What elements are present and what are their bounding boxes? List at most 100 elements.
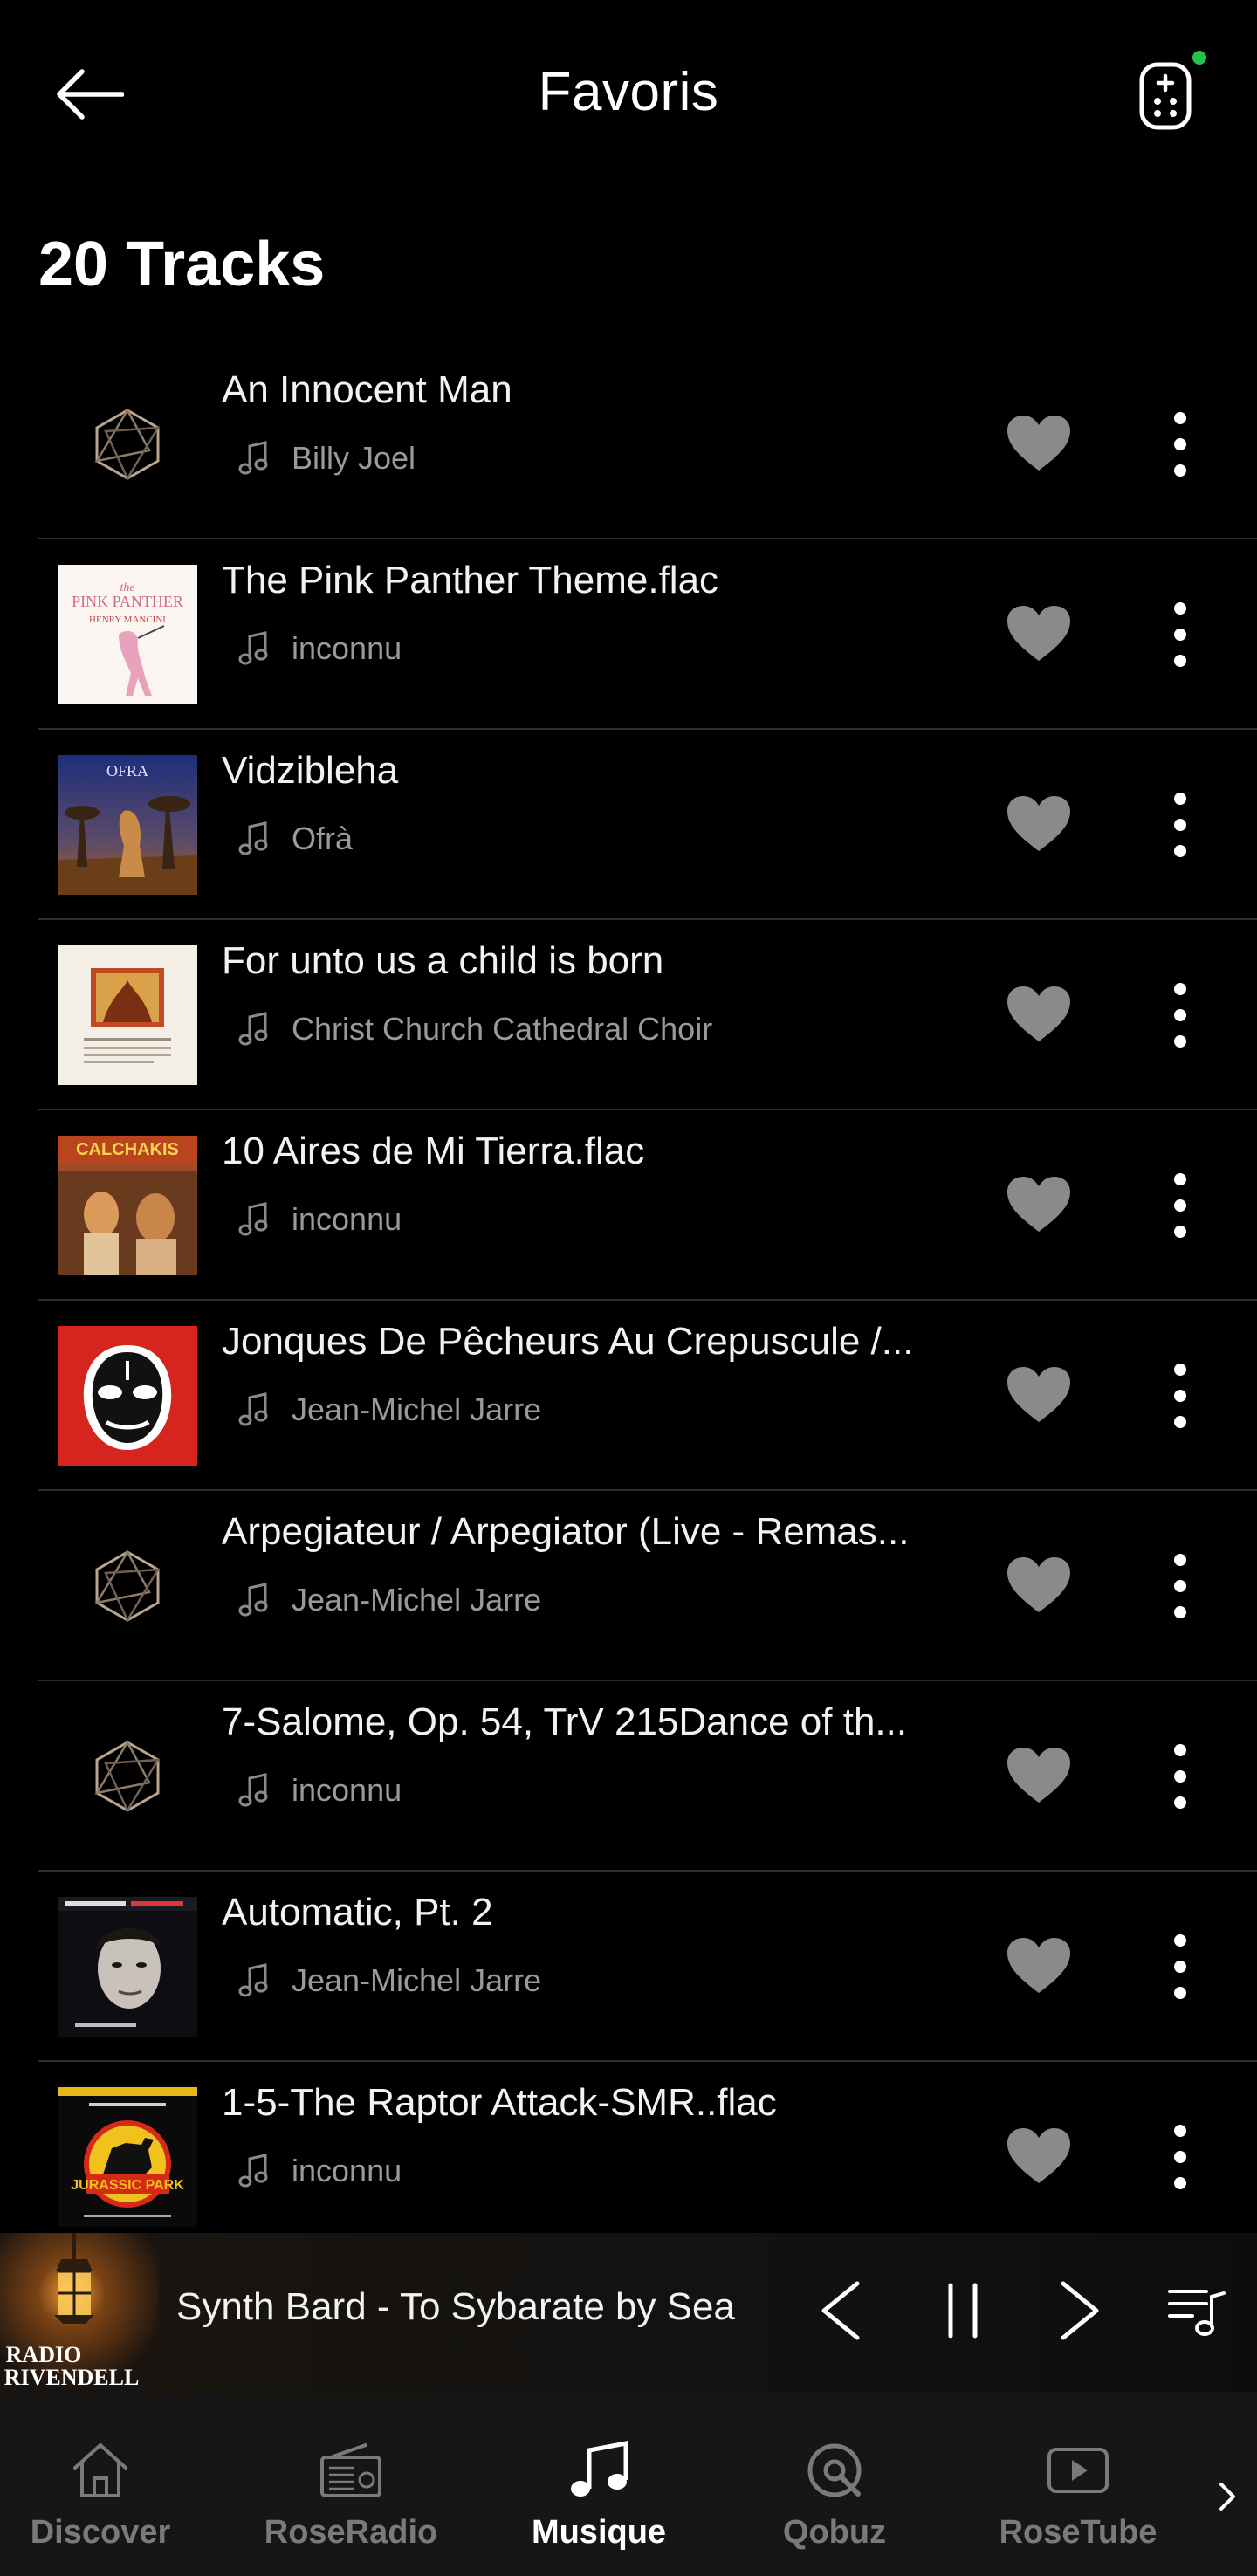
svg-text:OFRA: OFRA [106,762,148,780]
more-options-button[interactable] [1164,1166,1196,1245]
nav-label: Musique [531,2514,667,2551]
favorite-button[interactable] [1004,981,1074,1048]
favorite-button[interactable] [1004,1362,1074,1428]
play-video-icon [1043,2435,1113,2505]
track-artist-line: Jean-Michel Jarre [237,1962,541,1999]
track-row[interactable]: Jonques De Pêcheurs Au Crepuscule /... J… [38,1301,1257,1491]
track-row[interactable]: Arpegiateur / Arpegiator (Live - Remas..… [38,1491,1257,1681]
vertical-dots-icon [1174,412,1186,477]
more-options-button[interactable] [1164,1737,1196,1816]
favorite-button[interactable] [1004,1552,1074,1618]
svg-text:JURASSIC PARK: JURASSIC PARK [71,2178,184,2193]
track-artist-line: Christ Church Cathedral Choir [237,1011,712,1048]
music-note-icon [237,440,272,477]
remote-control-icon [1139,62,1192,130]
track-row[interactable]: the PINK PANTHER HENRY MANCINI The Pink … [38,539,1257,730]
track-row[interactable]: JURASSIC PARK 1-5-The Raptor Attack-SMR.… [38,2062,1257,2252]
music-note-icon [237,821,272,857]
home-icon [65,2435,135,2505]
track-artist-line: inconnu [237,1201,402,1238]
music-note-icon [237,1582,272,1618]
more-options-button[interactable] [1164,2118,1196,2196]
pause-icon [948,2283,978,2339]
track-count-heading: 20 Tracks [38,230,326,299]
station-logo-text: RADIO [6,2342,82,2367]
nav-item-roseradio[interactable]: RoseRadio [246,2392,456,2576]
pause-button[interactable] [932,2271,993,2350]
favorite-button[interactable] [1004,1742,1074,1809]
station-artwork[interactable]: RADIO RIVENDELL [0,2233,159,2392]
nav-item-rosetube[interactable]: RoseTube [978,2392,1178,2576]
favorite-button[interactable] [1004,601,1074,667]
track-artist: inconnu [292,630,402,666]
nav-item-discover[interactable]: Discover [0,2392,201,2576]
svg-text:CALCHAKIS: CALCHAKIS [76,1140,179,1159]
vertical-dots-icon [1174,2125,1186,2189]
track-row[interactable]: OFRA Vidzibleha Ofrà [38,730,1257,920]
nav-scroll-right-button[interactable] [1210,2470,1245,2523]
nav-label: RoseTube [999,2514,1157,2551]
album-art [58,1326,197,1466]
track-artist: Ofrà [292,821,354,856]
track-artist: inconnu [292,1772,402,1808]
track-row[interactable]: An Innocent Man Billy Joel [38,349,1257,539]
track-row[interactable]: For unto us a child is born Christ Churc… [38,920,1257,1110]
nav-item-musique[interactable]: Musique [503,2392,695,2576]
track-artist: inconnu [292,1201,402,1237]
page-title: Favoris [538,62,719,122]
music-note-icon [237,1201,272,1238]
track-row[interactable]: Automatic, Pt. 2 Jean-Michel Jarre [38,1872,1257,2062]
more-options-button[interactable] [1164,1547,1196,1625]
album-art: OFRA [58,755,197,895]
connection-status-dot [1192,51,1206,65]
vertical-dots-icon [1174,1744,1186,1809]
album-art-placeholder [58,1707,197,1846]
more-options-button[interactable] [1164,595,1196,674]
more-options-button[interactable] [1164,1357,1196,1435]
vertical-dots-icon [1174,983,1186,1048]
heart-icon [1007,986,1070,1041]
favorite-button[interactable] [1004,1933,1074,1999]
now-playing-title[interactable]: Synth Bard - To Sybarate by Sea [176,2285,735,2329]
music-note-icon [237,1962,272,1999]
track-artist: Christ Church Cathedral Choir [292,1011,713,1047]
track-artist: Billy Joel [292,440,416,476]
track-artist: Jean-Michel Jarre [292,1962,542,1998]
heart-icon [1007,2128,1070,2183]
favorites-track-list: An Innocent Man Billy Joel the PINK PANT… [38,349,1257,2252]
mini-player[interactable]: RADIO RIVENDELL Synth Bard - To Sybarate… [0,2233,1257,2392]
track-row[interactable]: CALCHAKIS 10 Aires de Mi Tierra.flac inc… [38,1110,1257,1301]
more-options-button[interactable] [1164,976,1196,1054]
previous-button[interactable] [810,2271,871,2350]
next-button[interactable] [1049,2271,1110,2350]
radio-icon [316,2435,386,2505]
track-artist-line: inconnu [237,630,402,667]
chevron-right-icon [1061,2281,1099,2340]
more-options-button[interactable] [1164,786,1196,864]
track-artist: Jean-Michel Jarre [292,1582,542,1618]
track-artist: Jean-Michel Jarre [292,1391,542,1427]
music-note-icon [564,2435,634,2505]
vertical-dots-icon [1174,1554,1186,1618]
app-header: Favoris [0,0,1257,188]
favorite-button[interactable] [1004,1171,1074,1238]
favorite-button[interactable] [1004,791,1074,857]
heart-icon [1007,1177,1070,1232]
track-artist-line: Billy Joel [237,440,416,477]
svg-text:PINK PANTHER: PINK PANTHER [72,593,183,610]
favorite-button[interactable] [1004,410,1074,477]
rose-logo-icon [94,1740,161,1813]
album-art: CALCHAKIS [58,1136,197,1275]
heart-icon [1007,1938,1070,1993]
favorite-button[interactable] [1004,2123,1074,2189]
nav-label: RoseRadio [264,2514,438,2551]
album-art-placeholder [58,374,197,514]
nav-item-qobuz[interactable]: Qobuz [738,2392,931,2576]
more-options-button[interactable] [1164,1927,1196,2006]
track-row[interactable]: 7-Salome, Op. 54, TrV 215Dance of th... … [38,1681,1257,1872]
queue-button[interactable] [1163,2271,1233,2350]
more-options-button[interactable] [1164,405,1196,484]
track-title: The Pink Panther Theme.flac [222,559,719,601]
track-artist: inconnu [292,2153,402,2188]
remote-control-button[interactable] [1126,52,1205,140]
